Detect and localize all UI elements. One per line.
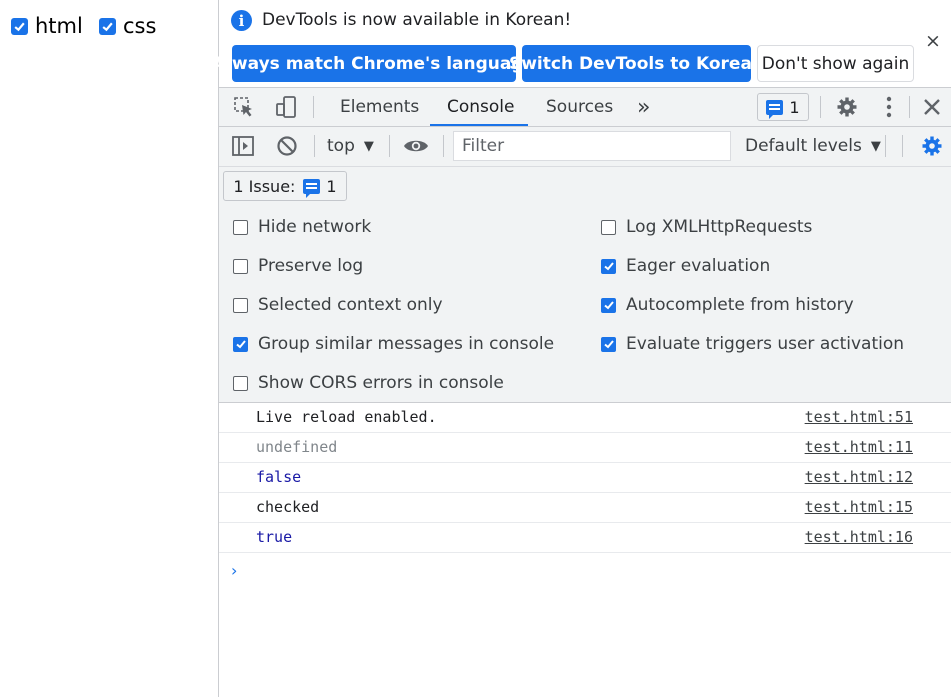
source-link[interactable]: test.html:12 bbox=[805, 468, 913, 486]
console-message: undefined test.html:11 bbox=[219, 433, 951, 463]
css-checkbox-label: css bbox=[123, 14, 157, 38]
checkbox-unchecked[interactable] bbox=[233, 219, 248, 235]
issues-count: 1 bbox=[326, 176, 337, 196]
log-xhr-option[interactable]: Log XMLHttpRequests bbox=[601, 217, 812, 237]
devtools-tabbar: Elements Console Sources » 1 bbox=[219, 87, 951, 127]
context-selector-value: top bbox=[327, 136, 355, 156]
option-label: Eager evaluation bbox=[626, 256, 771, 276]
tab-sources[interactable]: Sources bbox=[546, 88, 613, 126]
close-devtools-icon[interactable] bbox=[919, 88, 945, 126]
option-label: Hide network bbox=[258, 217, 372, 237]
checkbox-unchecked[interactable] bbox=[233, 297, 248, 313]
html-checkbox[interactable]: html bbox=[11, 14, 83, 38]
issues-counter-button[interactable]: 1 bbox=[757, 93, 809, 121]
option-label: Log XMLHttpRequests bbox=[626, 217, 813, 237]
html-checkbox-label: html bbox=[35, 14, 83, 38]
sidebar-toggle-icon[interactable] bbox=[230, 127, 256, 165]
group-similar-option[interactable]: Group similar messages in console bbox=[233, 334, 554, 354]
source-link[interactable]: test.html:11 bbox=[805, 438, 913, 456]
option-label: Group similar messages in console bbox=[258, 334, 555, 354]
issues-bar: 1 Issue: 1 bbox=[219, 167, 951, 207]
close-icon[interactable]: × bbox=[925, 30, 941, 52]
message-text: Live reload enabled. bbox=[256, 408, 437, 426]
checkbox-checked-icon[interactable] bbox=[11, 17, 28, 35]
checkbox-unchecked[interactable] bbox=[233, 375, 248, 391]
message-text: checked bbox=[256, 498, 320, 516]
console-settings-gear-icon[interactable] bbox=[919, 127, 945, 165]
inspect-element-icon[interactable] bbox=[231, 88, 257, 126]
dropdown-arrow-icon: ▼ bbox=[363, 138, 374, 154]
dont-show-again-button[interactable]: Don't show again bbox=[757, 45, 914, 82]
message-text: true bbox=[256, 528, 293, 546]
context-selector[interactable]: top ▼ bbox=[327, 127, 374, 165]
message-text: undefined bbox=[256, 438, 338, 456]
console-message: Live reload enabled. test.html:51 bbox=[219, 403, 951, 433]
info-icon: i bbox=[231, 10, 252, 31]
option-label: Preserve log bbox=[258, 256, 364, 276]
source-link[interactable]: test.html:16 bbox=[805, 528, 913, 546]
preserve-log-option[interactable]: Preserve log bbox=[233, 256, 363, 276]
checkbox-checked-icon[interactable] bbox=[601, 297, 616, 313]
option-label: Selected context only bbox=[258, 295, 443, 315]
settings-gear-icon[interactable] bbox=[834, 88, 860, 126]
device-toolbar-icon[interactable] bbox=[273, 88, 299, 126]
checkbox-checked-icon[interactable] bbox=[601, 336, 616, 352]
checkbox-unchecked[interactable] bbox=[233, 258, 248, 274]
console-prompt-icon[interactable]: › bbox=[231, 561, 237, 580]
active-tab-indicator bbox=[430, 124, 528, 126]
clear-console-icon[interactable] bbox=[275, 127, 299, 165]
language-infobar: i DevTools is now available in Korean! ×… bbox=[213, 0, 951, 87]
source-link[interactable]: test.html:15 bbox=[805, 498, 913, 516]
evaluate-triggers-option[interactable]: Evaluate triggers user activation bbox=[601, 334, 904, 354]
option-label: Evaluate triggers user activation bbox=[626, 334, 905, 354]
switch-korean-button[interactable]: Switch DevTools to Korean bbox=[509, 45, 764, 82]
log-levels-value: Default levels bbox=[745, 136, 862, 156]
cors-errors-option[interactable]: Show CORS errors in console bbox=[233, 373, 504, 393]
infobar-message: DevTools is now available in Korean! bbox=[262, 10, 572, 30]
message-icon bbox=[766, 99, 784, 119]
match-language-button[interactable]: Always match Chrome's language bbox=[213, 45, 535, 82]
more-tabs-icon[interactable]: » bbox=[637, 88, 650, 126]
selected-context-option[interactable]: Selected context only bbox=[233, 295, 443, 315]
eager-evaluation-option[interactable]: Eager evaluation bbox=[601, 256, 770, 276]
issues-label: 1 Issue: bbox=[233, 176, 296, 196]
source-link[interactable]: test.html:51 bbox=[805, 408, 913, 426]
hide-network-option[interactable]: Hide network bbox=[233, 217, 371, 237]
page-content: html css bbox=[0, 0, 218, 697]
console-message: false test.html:12 bbox=[219, 463, 951, 493]
issues-button[interactable]: 1 Issue: 1 bbox=[223, 171, 347, 201]
console-settings-pane: Hide network Preserve log Selected conte… bbox=[219, 207, 951, 403]
checkbox-unchecked[interactable] bbox=[601, 219, 616, 235]
kebab-menu-icon[interactable] bbox=[879, 88, 899, 126]
filter-placeholder: Filter bbox=[462, 136, 505, 156]
autocomplete-history-option[interactable]: Autocomplete from history bbox=[601, 295, 854, 315]
message-text: false bbox=[256, 468, 302, 486]
css-checkbox[interactable]: css bbox=[99, 14, 156, 38]
console-toolbar: top ▼ Filter Default levels ▼ bbox=[219, 127, 951, 167]
console-message: checked test.html:15 bbox=[219, 493, 951, 523]
live-expression-eye-icon[interactable] bbox=[402, 127, 430, 165]
tab-elements[interactable]: Elements bbox=[340, 88, 419, 126]
console-message: true test.html:16 bbox=[219, 523, 951, 553]
devtools-panel: i DevTools is now available in Korean! ×… bbox=[213, 0, 951, 697]
option-label: Autocomplete from history bbox=[626, 295, 854, 315]
tab-console[interactable]: Console bbox=[447, 88, 515, 126]
console-output: Live reload enabled. test.html:51 undefi… bbox=[219, 403, 951, 580]
option-label: Show CORS errors in console bbox=[258, 373, 504, 393]
checkbox-checked-icon[interactable] bbox=[601, 258, 616, 274]
checkbox-checked-icon[interactable] bbox=[233, 336, 248, 352]
log-levels-dropdown[interactable]: Default levels ▼ bbox=[745, 127, 881, 165]
dropdown-arrow-icon: ▼ bbox=[870, 138, 881, 154]
checkbox-checked-icon[interactable] bbox=[99, 17, 116, 35]
message-icon bbox=[303, 178, 321, 198]
issues-counter: 1 bbox=[789, 97, 800, 117]
filter-input[interactable]: Filter bbox=[453, 131, 731, 161]
